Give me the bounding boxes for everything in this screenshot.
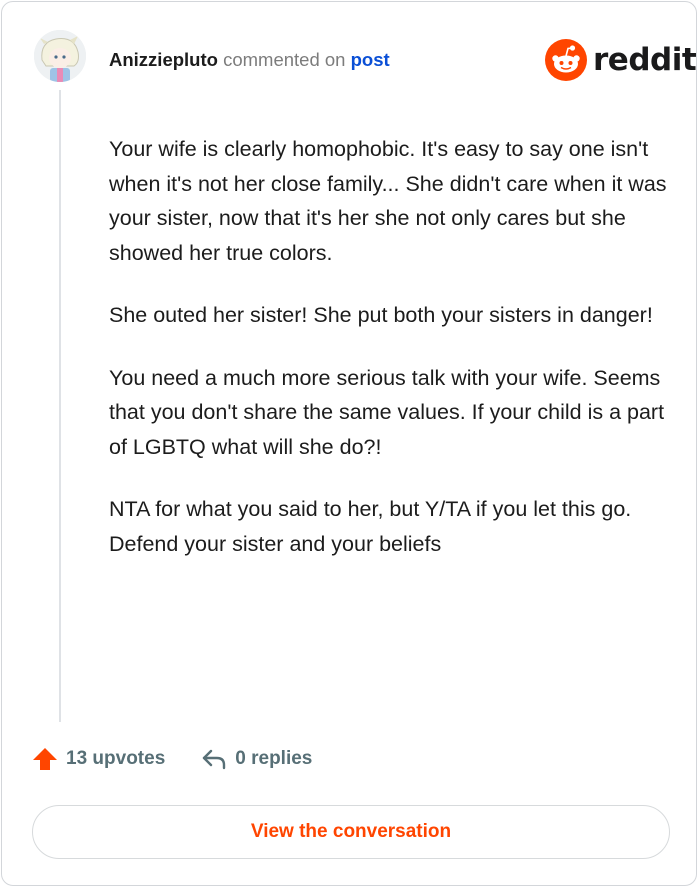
upvote-button[interactable]: 13 upvotes	[32, 746, 165, 772]
replies-count: 0 replies	[235, 748, 313, 769]
view-conversation-label: View the conversation	[250, 821, 452, 842]
reddit-logo[interactable]: reddit	[545, 39, 697, 81]
comment-body: Your wife is clearly homophobic. It's ea…	[109, 132, 669, 589]
reddit-wordmark: reddit	[593, 42, 697, 78]
reddit-snoo-icon	[545, 39, 587, 81]
view-conversation-button[interactable]: View the conversation	[32, 805, 670, 859]
upvote-arrow-icon	[33, 748, 57, 770]
thread-line	[59, 90, 61, 722]
comment-paragraph: You need a much more serious talk with y…	[109, 365, 665, 459]
avatar[interactable]	[34, 30, 86, 82]
replies-button[interactable]: 0 replies	[201, 747, 312, 771]
comment-actions: 13 upvotes 0 replies	[32, 746, 312, 772]
commented-on-text: commented on	[217, 49, 351, 70]
username[interactable]: Anizziepluto	[109, 49, 218, 70]
user-avatar-icon	[34, 30, 86, 82]
comment-paragraph: NTA for what you said to her, but Y/TA i…	[109, 497, 632, 556]
comment-header: Anizziepluto commented on post	[109, 48, 390, 72]
upvote-count: 13 upvotes	[66, 748, 166, 769]
comment-paragraph: She outed her sister! She put both your …	[109, 303, 653, 327]
reply-arrow-icon	[203, 749, 226, 770]
comment-card: Anizziepluto commented on post reddit Yo…	[1, 1, 697, 886]
post-link[interactable]: post	[351, 49, 390, 70]
comment-paragraph: Your wife is clearly homophobic. It's ea…	[109, 137, 667, 265]
